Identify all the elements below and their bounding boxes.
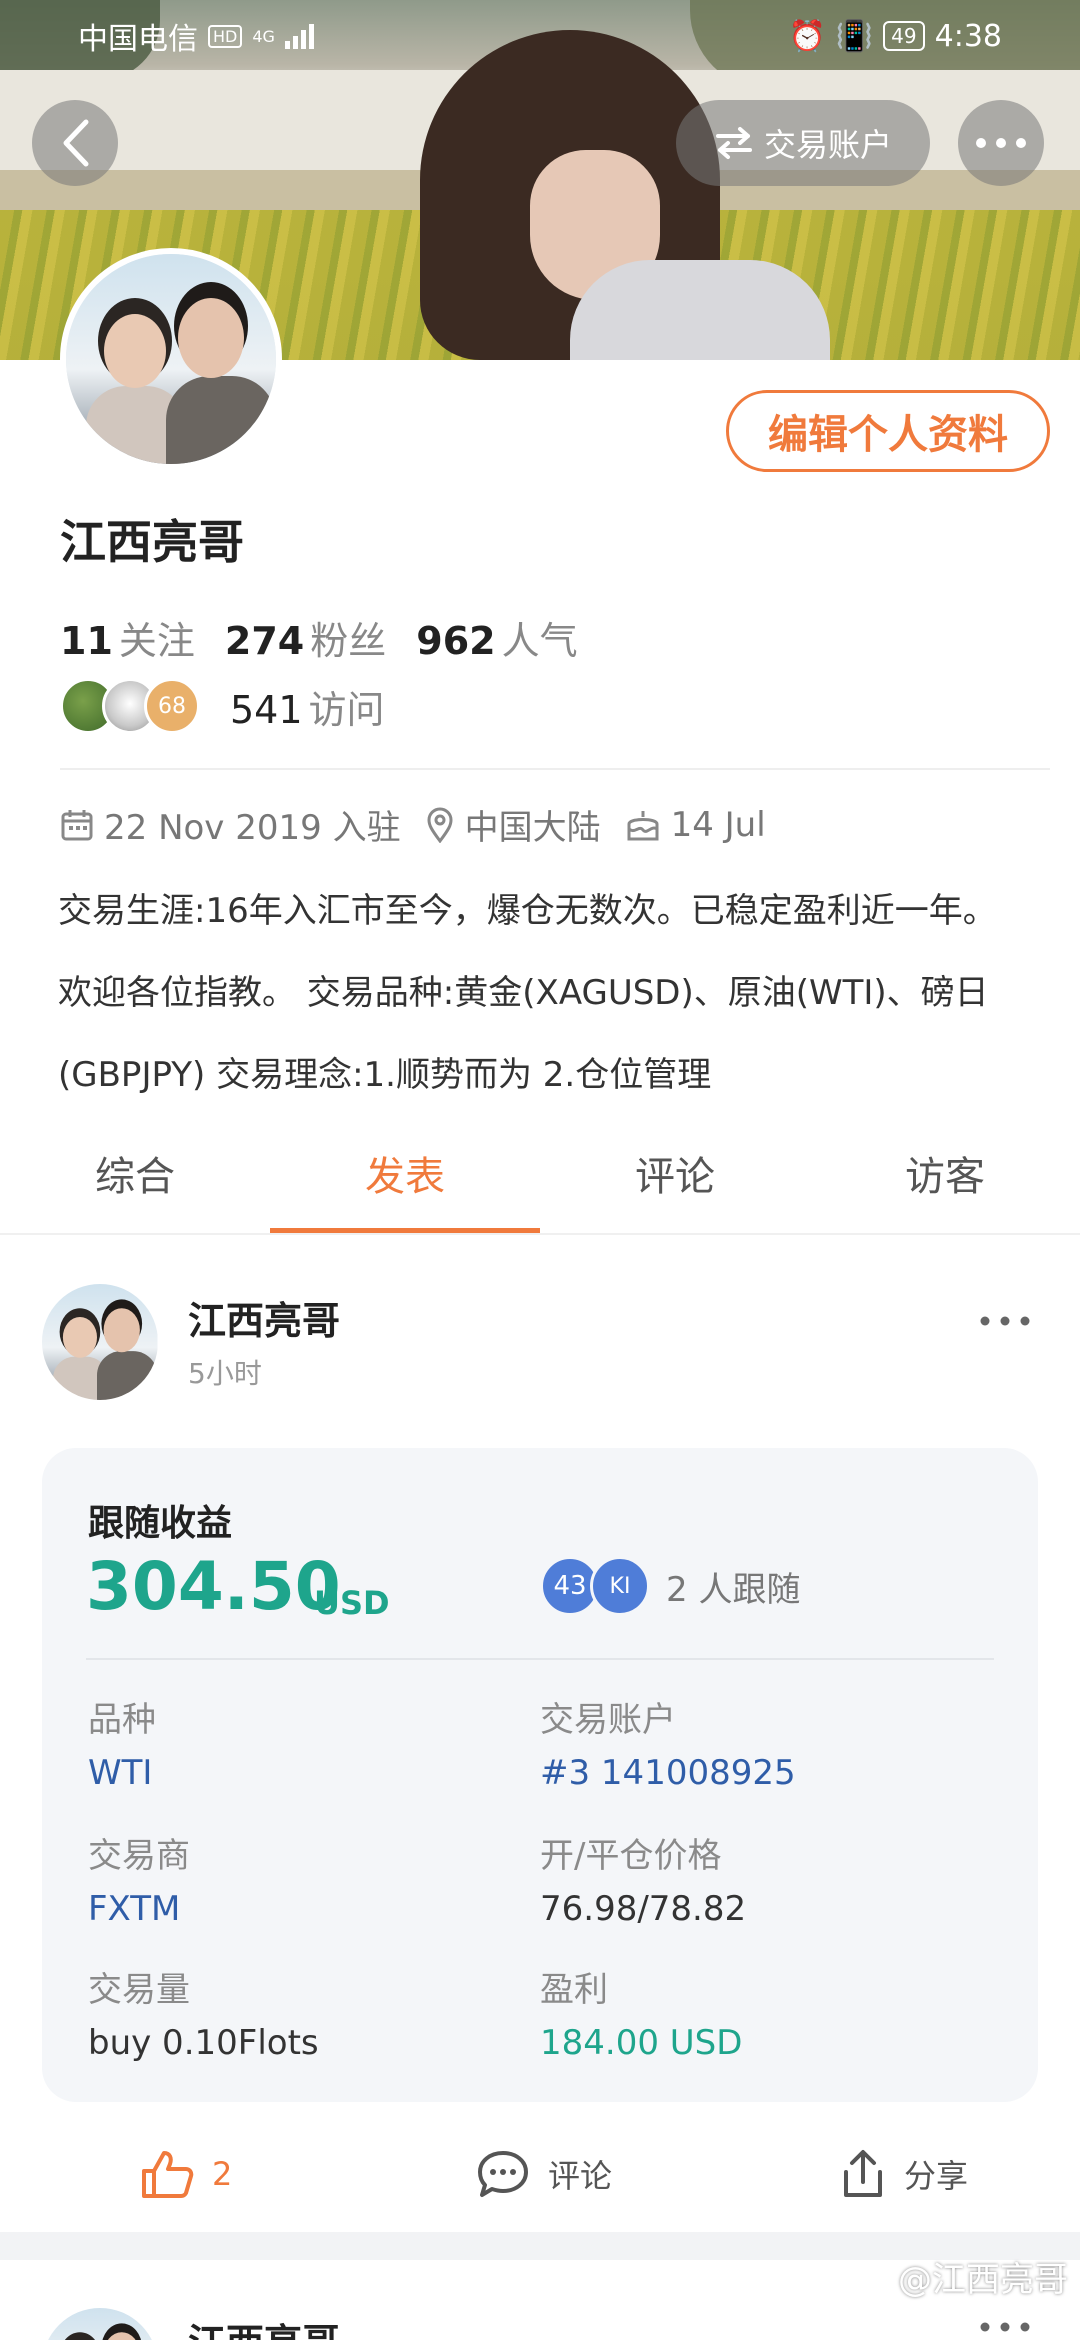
hd-badge: HD (208, 24, 243, 48)
comment-icon (478, 2151, 528, 2197)
network-label: 4G (252, 26, 275, 46)
card-divider (86, 1658, 994, 1660)
next-post-more-button[interactable] (980, 2296, 1030, 2340)
post-author-avatar[interactable] (42, 1284, 158, 1400)
post-timestamp: 5小时 (188, 1357, 262, 1390)
birthday-label: 14 Jul (670, 804, 766, 845)
followers-stat[interactable]: 274 粉丝 (225, 610, 386, 665)
next-post-author-name[interactable]: 江西亮哥 (188, 2312, 340, 2340)
calendar-icon (61, 809, 93, 840)
post-actions: 2 评论 分享 (0, 2124, 1080, 2224)
watermark: @江西亮哥 (898, 2260, 1068, 2300)
more-dots-icon (980, 1316, 1030, 1326)
chevron-left-icon (63, 119, 89, 167)
clock-label: 4:38 (934, 18, 1002, 54)
tab-overview[interactable]: 综合 (0, 1120, 270, 1234)
swap-icon (715, 127, 752, 159)
more-dots-icon (976, 138, 1026, 148)
thumbs-up-icon (142, 2151, 194, 2198)
share-icon (844, 2150, 882, 2197)
location-pin-icon (427, 807, 453, 843)
like-count: 2 (212, 2155, 233, 2193)
follower-avatar: KI (590, 1556, 650, 1616)
visits-count: 541 访问 (230, 687, 385, 732)
tab-visitors[interactable]: 访客 (810, 1120, 1080, 1234)
profile-tabs: 综合 发表 评论 访客 (0, 1120, 1080, 1234)
alarm-icon: ⏰ (788, 18, 826, 54)
comment-button[interactable]: 评论 (476, 2149, 612, 2199)
like-button[interactable]: 2 (140, 2149, 232, 2199)
follow-profit-amount: 304.50 (86, 1548, 341, 1625)
birthday-cake-icon (627, 810, 659, 840)
divider (60, 768, 1050, 770)
edit-profile-button[interactable]: 编辑个人资料 (726, 390, 1050, 472)
share-button[interactable]: 分享 (840, 2148, 968, 2200)
next-post-avatar[interactable] (42, 2308, 158, 2340)
carrier-label: 中国电信 (78, 22, 198, 57)
profile-name: 江西亮哥 (60, 515, 244, 569)
status-bar: 中国电信 HD 4G ⏰ 📳 49 4:38 (0, 0, 1080, 72)
field-profit: 盈利 184.00 USD (540, 1970, 743, 2063)
following-stat[interactable]: 11 关注 (60, 610, 195, 665)
vibrate-icon: 📳 (835, 18, 874, 54)
field-symbol: 品种 WTI (88, 1700, 156, 1793)
more-dots-icon (980, 2322, 1030, 2332)
post-more-button[interactable] (980, 1290, 1030, 1336)
tabs-divider (0, 1233, 1080, 1235)
location-label: 中国大陆 (464, 808, 601, 848)
followers-summary[interactable]: 43 KI 2 人跟随 (540, 1556, 800, 1616)
field-account[interactable]: 交易账户 #3 141008925 (540, 1692, 796, 1793)
profile-meta: 22 Nov 2019 入驻 中国大陆 14 Jul (60, 800, 790, 849)
more-button[interactable] (958, 100, 1044, 186)
signal-icon (284, 23, 314, 49)
profile-bio: 交易生涯:16年入汇市至今，爆仓无数次。已稳定盈利近一年。 欢迎各位指教。 交易… (58, 891, 997, 1095)
joined-date: 22 Nov 2019 入驻 (104, 808, 401, 848)
follow-profit-title: 跟随收益 (88, 1503, 233, 1544)
field-open-close-price: 开/平仓价格 76.98/78.82 (540, 1836, 747, 1929)
follow-profit-unit: USD (314, 1584, 390, 1622)
battery-icon: 49 (883, 21, 925, 51)
tab-posts[interactable]: 发表 (270, 1120, 540, 1234)
profile-avatar[interactable] (60, 248, 282, 470)
profile-stats: 11 关注 274 粉丝 962 人气 (60, 610, 608, 665)
tab-comments[interactable]: 评论 (540, 1120, 810, 1234)
field-volume: 交易量 buy 0.10Flots (88, 1970, 319, 2063)
trade-card[interactable]: 跟随收益 304.50 USD 43 KI 2 人跟随 品种 WTI 交易账户 … (42, 1448, 1038, 2102)
popularity-stat: 962 人气 (416, 619, 578, 663)
visitor-count-badge: 68 (144, 678, 200, 734)
field-broker[interactable]: 交易商 FXTM (88, 1828, 190, 1929)
back-button[interactable] (32, 100, 118, 186)
post-author-name[interactable]: 江西亮哥 (188, 1290, 340, 1345)
switch-account-button[interactable]: 交易账户 (676, 100, 930, 186)
comment-label: 评论 (548, 2157, 613, 2195)
share-label: 分享 (904, 2157, 969, 2195)
followers-count: 2 人跟随 (666, 1569, 801, 1610)
recent-visitors[interactable]: 68 541 访问 (60, 678, 385, 734)
switch-account-label: 交易账户 (763, 126, 892, 164)
